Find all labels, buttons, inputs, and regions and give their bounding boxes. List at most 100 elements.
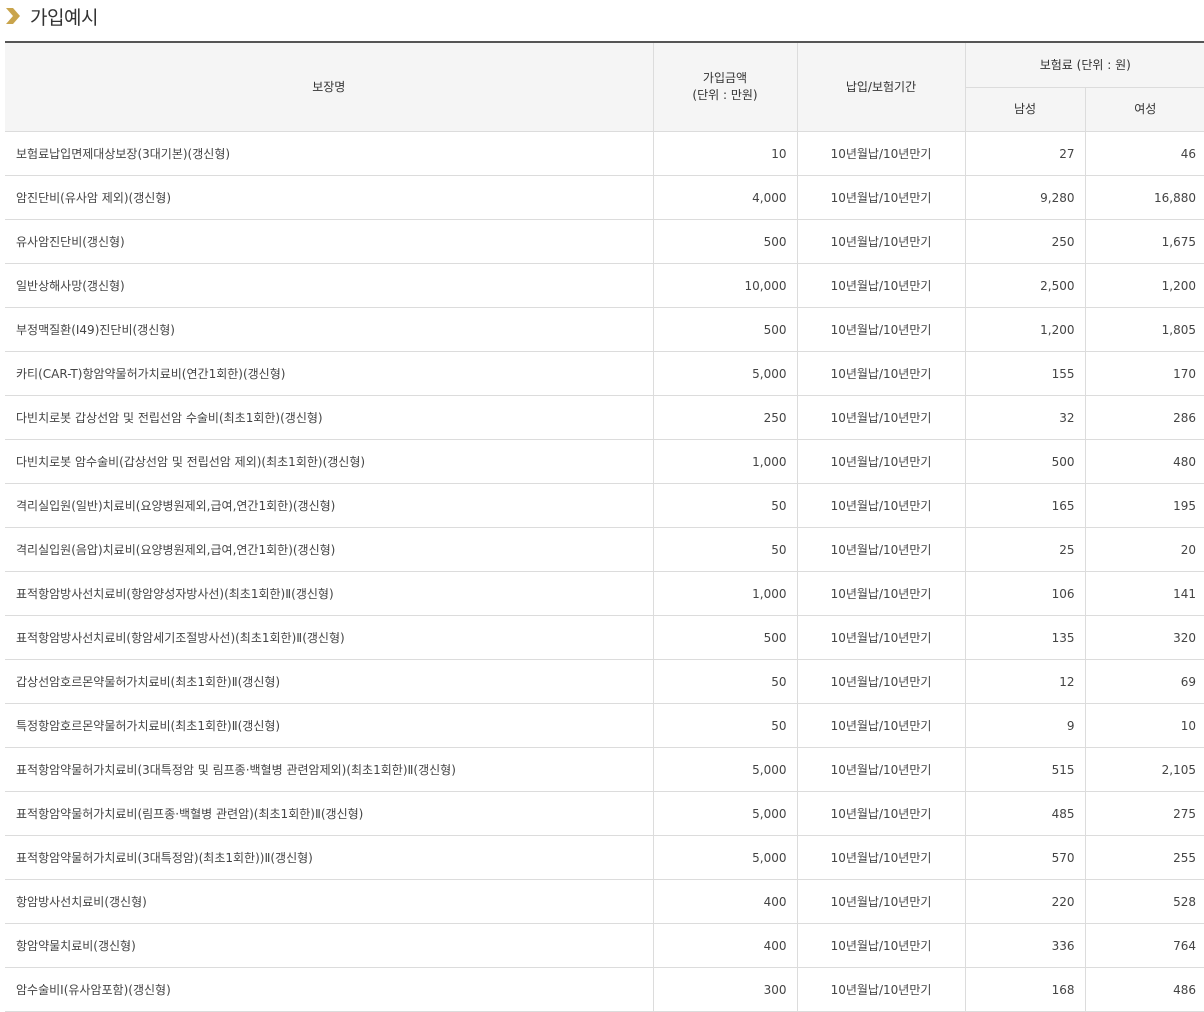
male-premium-cell: 165 <box>964 483 1085 528</box>
amount-cell: 300 <box>652 967 797 1012</box>
amount-cell: 50 <box>652 483 797 528</box>
table-row: 표적항암약물허가치료비(3대특정암 및 림프종·백혈병 관련암제외)(최초1회한… <box>5 747 1204 792</box>
section-header: 가입예시 <box>0 0 1204 36</box>
table-row: 갑상선암호르몬약물허가치료비(최초1회한)Ⅱ(갱신형) 50 10년월납/10년만기… <box>5 659 1204 704</box>
amount-cell: 5,000 <box>652 835 797 880</box>
coverage-name-cell: 유사암진단비(갱신형) <box>5 219 653 264</box>
term-cell: 10년월납/10년만기 <box>796 439 965 484</box>
header-term: 납입/보험기간 <box>796 41 965 132</box>
amount-cell: 500 <box>652 615 797 660</box>
table-row: 암수술비Ⅰ(유사암포함)(갱신형) 300 10년월납/10년만기 168 486 <box>5 967 1204 1012</box>
amount-cell: 10 <box>652 131 797 176</box>
table-row: 표적항암방사선치료비(항암세기조절방사선)(최초1회한)Ⅱ(갱신형) 500 10년… <box>5 615 1204 660</box>
male-premium-cell: 220 <box>964 879 1085 924</box>
term-cell: 10년월납/10년만기 <box>796 659 965 704</box>
coverage-name-cell: 표적항암약물허가치료비(3대특정암)(최초1회한))Ⅱ(갱신형) <box>5 835 653 880</box>
coverage-name-cell: 일반상해사망(갱신형) <box>5 263 653 308</box>
term-cell: 10년월납/10년만기 <box>796 351 965 396</box>
table-row: 카티(CAR-T)항암약물허가치료비(연간1회한)(갱신형) 5,000 10년월납… <box>5 351 1204 396</box>
term-cell: 10년월납/10년만기 <box>796 703 965 748</box>
amount-cell: 10,000 <box>652 263 797 308</box>
female-premium-cell: 2,105 <box>1084 747 1204 792</box>
term-cell: 10년월납/10년만기 <box>796 615 965 660</box>
female-premium-cell: 275 <box>1084 791 1204 836</box>
amount-cell: 5,000 <box>652 747 797 792</box>
female-premium-cell: 10 <box>1084 703 1204 748</box>
amount-cell: 5,000 <box>652 791 797 836</box>
term-cell: 10년월납/10년만기 <box>796 175 965 220</box>
male-premium-cell: 155 <box>964 351 1085 396</box>
term-cell: 10년월납/10년만기 <box>796 263 965 308</box>
table-row: 항암약물치료비(갱신형) 400 10년월납/10년만기 336 764 <box>5 923 1204 968</box>
coverage-name-cell: 표적항암약물허가치료비(3대특정암 및 림프종·백혈병 관련암제외)(최초1회한… <box>5 747 653 792</box>
male-premium-cell: 106 <box>964 571 1085 616</box>
table-row: 보험료납입면제대상보장(3대기본)(갱신형) 10 10년월납/10년만기 27 46 <box>5 131 1204 176</box>
term-cell: 10년월납/10년만기 <box>796 879 965 924</box>
coverage-name-cell: 암진단비(유사암 제외)(갱신형) <box>5 175 653 220</box>
term-cell: 10년월납/10년만기 <box>796 527 965 572</box>
table-row: 격리실입원(음압)치료비(요양병원제외,급여,연간1회한)(갱신형) 50 10년월… <box>5 527 1204 572</box>
coverage-name-cell: 보험료납입면제대상보장(3대기본)(갱신형) <box>5 131 653 176</box>
male-premium-cell: 27 <box>964 131 1085 176</box>
table-row: 격리실입원(일반)치료비(요양병원제외,급여,연간1회한)(갱신형) 50 10년월… <box>5 483 1204 528</box>
female-premium-cell: 170 <box>1084 351 1204 396</box>
female-premium-cell: 480 <box>1084 439 1204 484</box>
male-premium-cell: 250 <box>964 219 1085 264</box>
header-amount-unit: (단위 : 만원) <box>692 88 758 102</box>
coverage-name-cell: 갑상선암호르몬약물허가치료비(최초1회한)Ⅱ(갱신형) <box>5 659 653 704</box>
female-premium-cell: 46 <box>1084 131 1204 176</box>
amount-cell: 500 <box>652 307 797 352</box>
header-coverage-name: 보장명 <box>5 41 653 132</box>
term-cell: 10년월납/10년만기 <box>796 307 965 352</box>
female-premium-cell: 16,880 <box>1084 175 1204 220</box>
header-amount-label: 가입금액 <box>702 71 748 85</box>
male-premium-cell: 2,500 <box>964 263 1085 308</box>
female-premium-cell: 1,805 <box>1084 307 1204 352</box>
female-premium-cell: 320 <box>1084 615 1204 660</box>
male-premium-cell: 32 <box>964 395 1085 440</box>
coverage-name-cell: 특정항암호르몬약물허가치료비(최초1회한)Ⅱ(갱신형) <box>5 703 653 748</box>
female-premium-cell: 1,675 <box>1084 219 1204 264</box>
table-row: 항암방사선치료비(갱신형) 400 10년월납/10년만기 220 528 <box>5 879 1204 924</box>
male-premium-cell: 515 <box>964 747 1085 792</box>
amount-cell: 400 <box>652 923 797 968</box>
coverage-name-cell: 표적항암방사선치료비(항암세기조절방사선)(최초1회한)Ⅱ(갱신형) <box>5 615 653 660</box>
section-title: 가입예시 <box>30 7 98 29</box>
table-row: 암진단비(유사암 제외)(갱신형) 4,000 10년월납/10년만기 9,280 16… <box>5 175 1204 220</box>
amount-cell: 400 <box>652 879 797 924</box>
header-amount: 가입금액 (단위 : 만원) <box>652 41 797 132</box>
table-row: 표적항암방사선치료비(항암양성자방사선)(최초1회한)Ⅱ(갱신형) 1,000 10… <box>5 571 1204 616</box>
male-premium-cell: 135 <box>964 615 1085 660</box>
coverage-name-cell: 다빈치로봇 갑상선암 및 전립선암 수술비(최초1회한)(갱신형) <box>5 395 653 440</box>
term-cell: 10년월납/10년만기 <box>796 967 965 1012</box>
table-row: 표적항암약물허가치료비(림프종·백혈병 관련암)(최초1회한)Ⅱ(갱신형) 5,0… <box>5 791 1204 836</box>
female-premium-cell: 286 <box>1084 395 1204 440</box>
coverage-name-cell: 격리실입원(일반)치료비(요양병원제외,급여,연간1회한)(갱신형) <box>5 483 653 528</box>
female-premium-cell: 69 <box>1084 659 1204 704</box>
coverage-name-cell: 항암약물치료비(갱신형) <box>5 923 653 968</box>
male-premium-cell: 9,280 <box>964 175 1085 220</box>
female-premium-cell: 141 <box>1084 571 1204 616</box>
chevron-right-icon <box>6 8 20 24</box>
term-cell: 10년월납/10년만기 <box>796 923 965 968</box>
coverage-name-cell: 격리실입원(음압)치료비(요양병원제외,급여,연간1회한)(갱신형) <box>5 527 653 572</box>
table-row: 특정항암호르몬약물허가치료비(최초1회한)Ⅱ(갱신형) 50 10년월납/10년만기… <box>5 703 1204 748</box>
male-premium-cell: 336 <box>964 923 1085 968</box>
female-premium-cell: 764 <box>1084 923 1204 968</box>
table-row: 다빈치로봇 암수술비(갑상선암 및 전립선암 제외)(최초1회한)(갱신형) 1,… <box>5 439 1204 484</box>
header-male: 남성 <box>964 87 1085 132</box>
female-premium-cell: 20 <box>1084 527 1204 572</box>
header-premium: 보험료 (단위 : 원) <box>964 41 1204 88</box>
coverage-name-cell: 표적항암약물허가치료비(림프종·백혈병 관련암)(최초1회한)Ⅱ(갱신형) <box>5 791 653 836</box>
amount-cell: 500 <box>652 219 797 264</box>
term-cell: 10년월납/10년만기 <box>796 131 965 176</box>
term-cell: 10년월납/10년만기 <box>796 747 965 792</box>
male-premium-cell: 9 <box>964 703 1085 748</box>
term-cell: 10년월납/10년만기 <box>796 791 965 836</box>
male-premium-cell: 25 <box>964 527 1085 572</box>
coverage-name-cell: 부정맥질환(I49)진단비(갱신형) <box>5 307 653 352</box>
coverage-name-cell: 암수술비Ⅰ(유사암포함)(갱신형) <box>5 967 653 1012</box>
table-row: 유사암진단비(갱신형) 500 10년월납/10년만기 250 1,675 <box>5 219 1204 264</box>
table-row: 부정맥질환(I49)진단비(갱신형) 500 10년월납/10년만기 1,200 1,8… <box>5 307 1204 352</box>
amount-cell: 50 <box>652 659 797 704</box>
